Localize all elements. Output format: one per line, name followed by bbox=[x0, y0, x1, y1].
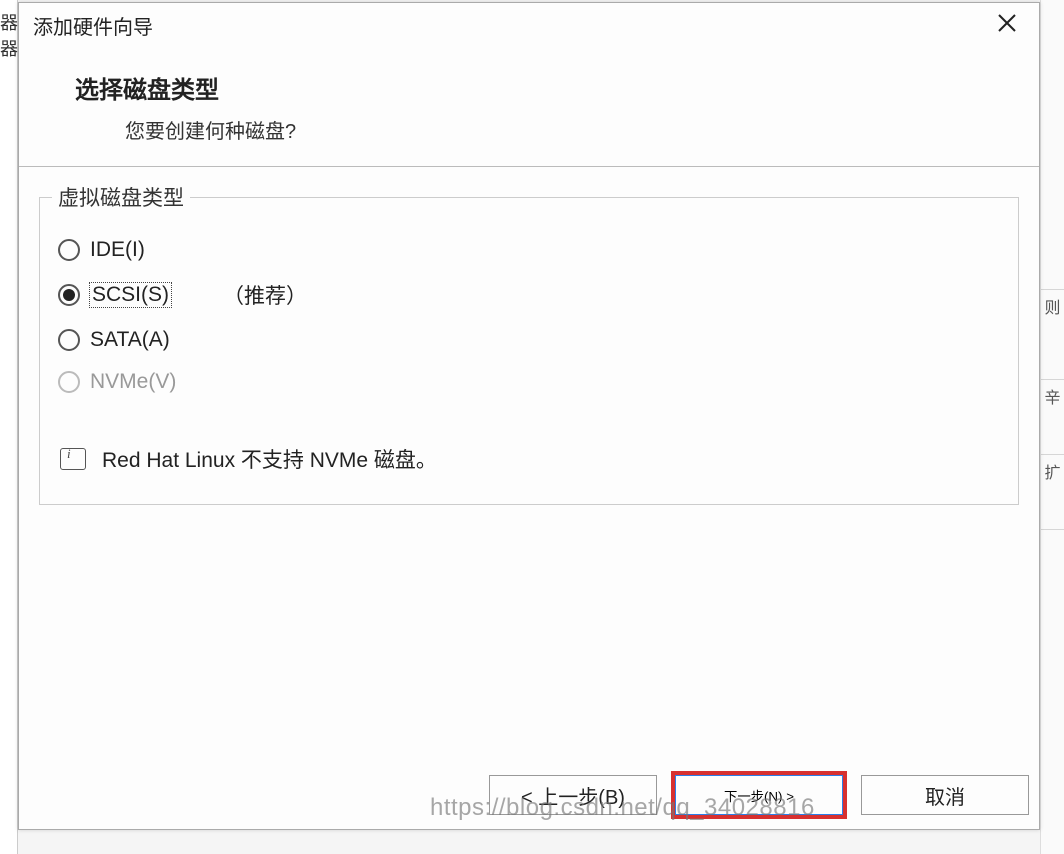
radio-label-nvme: NVMe(V) bbox=[90, 370, 176, 394]
close-icon[interactable] bbox=[989, 9, 1025, 42]
wizard-content: 虚拟磁盘类型 IDE(I) SCSI(S) （推荐） SATA(A) NVMe(… bbox=[19, 167, 1039, 769]
fieldset-legend: 虚拟磁盘类型 bbox=[52, 182, 190, 212]
page-title: 选择磁盘类型 bbox=[75, 70, 1039, 105]
radio-row-sata[interactable]: SATA(A) bbox=[58, 328, 1000, 352]
wizard-header: 选择磁盘类型 您要创建何种磁盘? bbox=[19, 48, 1039, 167]
cancel-button[interactable]: 取消 bbox=[861, 775, 1029, 815]
radio-icon[interactable] bbox=[58, 329, 80, 351]
recommended-label: （推荐） bbox=[223, 280, 307, 310]
wizard-button-row: < 上一步(B) 下一步(N) > 取消 bbox=[19, 769, 1039, 829]
info-text: Red Hat Linux 不支持 NVMe 磁盘。 bbox=[102, 444, 437, 474]
next-button-highlight: 下一步(N) > bbox=[671, 771, 847, 819]
disk-type-fieldset: 虚拟磁盘类型 IDE(I) SCSI(S) （推荐） SATA(A) NVMe(… bbox=[39, 197, 1019, 505]
back-button[interactable]: < 上一步(B) bbox=[489, 775, 657, 815]
radio-icon[interactable] bbox=[58, 284, 80, 306]
left-background-edge: 器器 bbox=[0, 0, 18, 854]
info-note: Red Hat Linux 不支持 NVMe 磁盘。 bbox=[60, 444, 1000, 474]
radio-row-nvme: NVMe(V) bbox=[58, 370, 1000, 394]
radio-icon[interactable] bbox=[58, 239, 80, 261]
radio-label-scsi: SCSI(S) bbox=[90, 283, 171, 307]
right-background-edge: 则 辛 扩 bbox=[1040, 0, 1064, 854]
add-hardware-wizard-dialog: 添加硬件向导 选择磁盘类型 您要创建何种磁盘? 虚拟磁盘类型 IDE(I) SC… bbox=[18, 2, 1040, 830]
dialog-title: 添加硬件向导 bbox=[33, 11, 153, 40]
page-subtitle: 您要创建何种磁盘? bbox=[125, 115, 1039, 144]
radio-row-scsi[interactable]: SCSI(S) （推荐） bbox=[58, 280, 1000, 310]
radio-label-ide: IDE(I) bbox=[90, 238, 145, 262]
info-icon bbox=[60, 448, 86, 470]
radio-icon bbox=[58, 371, 80, 393]
radio-row-ide[interactable]: IDE(I) bbox=[58, 238, 1000, 262]
dialog-titlebar: 添加硬件向导 bbox=[19, 3, 1039, 48]
radio-label-sata: SATA(A) bbox=[90, 328, 170, 352]
next-button[interactable]: 下一步(N) > bbox=[675, 775, 843, 815]
